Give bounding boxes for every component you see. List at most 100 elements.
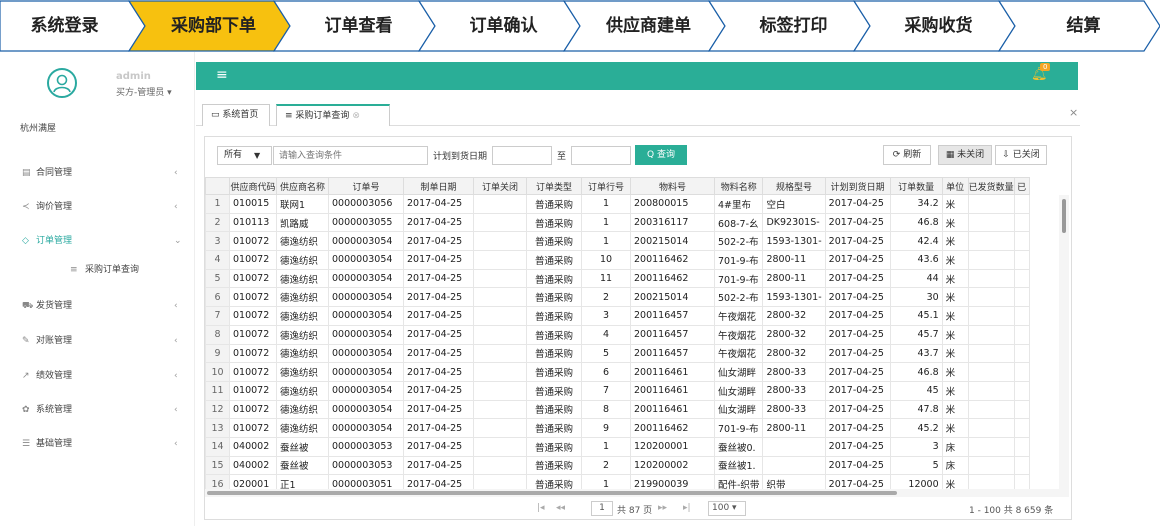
organization-name: 杭州满屋 [20,124,57,134]
closed-filter-button[interactable]: ⇩ 已关闭 [995,145,1047,165]
table-cell: 010072 [229,418,277,438]
table-cell: 德逸纺织 [276,231,329,252]
scroll-thumb[interactable] [207,491,897,495]
filter-select[interactable]: 所有 ▼ [217,146,272,165]
table-row[interactable]: 1 010015 联网1 0000003056 2017-04-25 普通采购 1 20080… [205,194,1030,214]
table-cell: 010072 [229,399,277,420]
column-header[interactable]: 订单行号 [581,177,631,195]
user-role-dropdown[interactable]: 买方-管理员 ▾ [116,85,172,98]
column-header[interactable]: 单位 [941,177,969,195]
hamburger-menu-icon[interactable]: ≡ [216,67,228,83]
unclosed-filter-button[interactable]: ▦ 未关闭 [938,145,992,165]
table-cell [473,436,527,457]
column-header[interactable]: 订单数量 [889,177,943,195]
flow-step-5[interactable]: 供应商建单 [584,0,713,52]
date-to-input[interactable] [571,146,631,165]
table-cell: 010113 [229,212,277,233]
table-cell: 15 [205,455,230,476]
page-size-select[interactable]: 100 ▾ [708,501,746,516]
column-header[interactable]: 供应商代码 [229,177,277,195]
table-row[interactable]: 8 010072 德逸纺织 0000003054 2017-04-25 普通采购 4 2001… [205,324,1030,345]
table-row[interactable]: 6 010072 德逸纺织 0000003054 2017-04-25 普通采购 2 2002… [205,287,1030,308]
table-cell: 2800-32 [762,324,826,345]
column-header[interactable]: 制单日期 [403,177,474,195]
column-header[interactable]: 订单类型 [526,177,582,195]
chevron-down-icon: ⌄ [174,236,182,246]
column-header[interactable]: 物料号 [630,177,715,195]
avatar[interactable] [47,68,77,98]
flow-step-7[interactable]: 采购收货 [874,0,1003,52]
sidebar-subitem-purchase-order-query[interactable]: ≡ 采购订单查询 [0,260,195,280]
table-row[interactable]: 12 010072 德逸纺织 0000003054 2017-04-25 普通采购 8 200… [205,399,1030,420]
tab-purchase-order-query[interactable]: ≡ 采购订单查询 ⊗ [276,104,390,126]
column-header[interactable]: 物料名称 [713,177,764,195]
refresh-button[interactable]: ⟳ 刷新 [883,145,931,165]
vertical-scrollbar[interactable] [1059,195,1069,489]
sidebar-item-basic[interactable]: ☰ 基础管理 ‹ [0,434,195,454]
table-row[interactable]: 10 010072 德逸纺织 0000003054 2017-04-25 普通采购 6 200… [205,362,1030,382]
column-header[interactable] [205,177,230,195]
table-row[interactable]: 7 010072 德逸纺织 0000003054 2017-04-25 普通采购 3 2001… [205,306,1030,326]
sidebar-item-contract[interactable]: ▤ 合同管理 ‹ [0,163,195,183]
table-row[interactable]: 3 010072 德逸纺织 0000003054 2017-04-25 普通采购 1 2002… [205,231,1030,252]
last-page-button[interactable]: ▸| [683,503,691,513]
table-cell: 普通采购 [526,194,582,214]
table-cell: 0000003054 [328,362,404,382]
table-cell: 蚕丝被1. [713,455,764,476]
table-cell: 午夜烟花 [713,343,764,364]
table-row[interactable]: 11 010072 德逸纺织 0000003054 2017-04-25 普通采购 7 200… [205,380,1030,401]
database-icon: ☰ [22,439,31,449]
column-header[interactable]: 订单关闭 [473,177,527,195]
date-from-input[interactable] [492,146,552,165]
flow-step-3[interactable]: 订单查看 [294,0,423,52]
column-header[interactable]: 规格型号 [762,177,826,195]
flow-step-8[interactable]: 结算 [1019,0,1148,52]
table-row[interactable]: 13 010072 德逸纺织 0000003054 2017-04-25 普通采购 9 200… [205,418,1030,438]
column-header[interactable]: 订单号 [328,177,404,195]
column-header[interactable]: 供应商名称 [276,177,329,195]
table-cell: 普通采购 [526,250,582,270]
sidebar-item-reconciliation[interactable]: ✎ 对账管理 ‹ [0,331,195,351]
table-cell: 010072 [229,324,277,345]
table-row[interactable]: 5 010072 德逸纺织 0000003054 2017-04-25 普通采购 11 200… [205,268,1030,289]
prev-page-button[interactable]: ◂◂ [556,503,565,513]
table-cell: 米 [941,250,969,270]
table-row[interactable]: 4 010072 德逸纺织 0000003054 2017-04-25 普通采购 10 200… [205,250,1030,270]
table-cell: 午夜烟花 [713,324,764,345]
next-page-button[interactable]: ▸▸ [658,503,667,513]
table-cell: 0000003054 [328,287,404,308]
sidebar-item-orders[interactable]: ◇ 订单管理 ⌄ [0,231,195,251]
table-row[interactable]: 16 020001 正1 0000003051 2017-04-25 普通采购 1 21990… [205,474,1030,489]
sidebar-item-inquiry[interactable]: ≺ 询价管理 ‹ [0,197,195,217]
horizontal-scrollbar[interactable] [205,489,1069,497]
table-row[interactable]: 14 040002 蚕丝被 0000003053 2017-04-25 普通采购 1 1202… [205,436,1030,457]
sidebar-item-performance[interactable]: ↗ 绩效管理 ‹ [0,366,195,386]
first-page-button[interactable]: |◂ [537,503,545,513]
close-icon[interactable]: ⊗ [352,111,360,121]
search-input[interactable] [273,146,428,165]
column-header[interactable]: 已 [1013,177,1030,195]
close-all-tabs-icon[interactable]: × [1069,106,1078,119]
table-row[interactable]: 2 010113 凯路威 0000003055 2017-04-25 普通采购 1 20031… [205,212,1030,233]
flow-step-1[interactable]: 系统登录 [0,0,129,52]
sidebar-item-shipping[interactable]: ⛟ 发货管理 ‹ [0,296,195,316]
flow-step-2[interactable]: 采购部下单 [149,0,278,52]
document-icon: ▤ [22,168,31,178]
query-button[interactable]: Q 查询 [635,145,687,165]
filter-select-value: 所有 [224,150,243,160]
table-row[interactable]: 9 010072 德逸纺织 0000003054 2017-04-25 普通采购 5 2001… [205,343,1030,364]
flow-step-4[interactable]: 订单确认 [439,0,568,52]
table-row[interactable]: 15 040002 蚕丝被 0000003053 2017-04-25 普通采购 2 1202… [205,455,1030,476]
sidebar-item-system[interactable]: ✿ 系统管理 ‹ [0,400,195,420]
table-cell [967,306,1015,326]
table-cell [1013,436,1030,457]
tab-home[interactable]: ▭ 系统首页 [202,104,270,126]
table-cell: 空白 [762,194,826,214]
table-cell: 040002 [229,436,277,457]
flow-step-6[interactable]: 标签打印 [729,0,858,52]
page-number-input[interactable]: 1 [591,501,613,516]
scroll-thumb[interactable] [1062,199,1066,233]
column-header[interactable]: 计划到货日期 [824,177,891,195]
column-header[interactable]: 已发货数量 [967,177,1015,195]
table-cell: 2017-04-25 [403,455,474,476]
